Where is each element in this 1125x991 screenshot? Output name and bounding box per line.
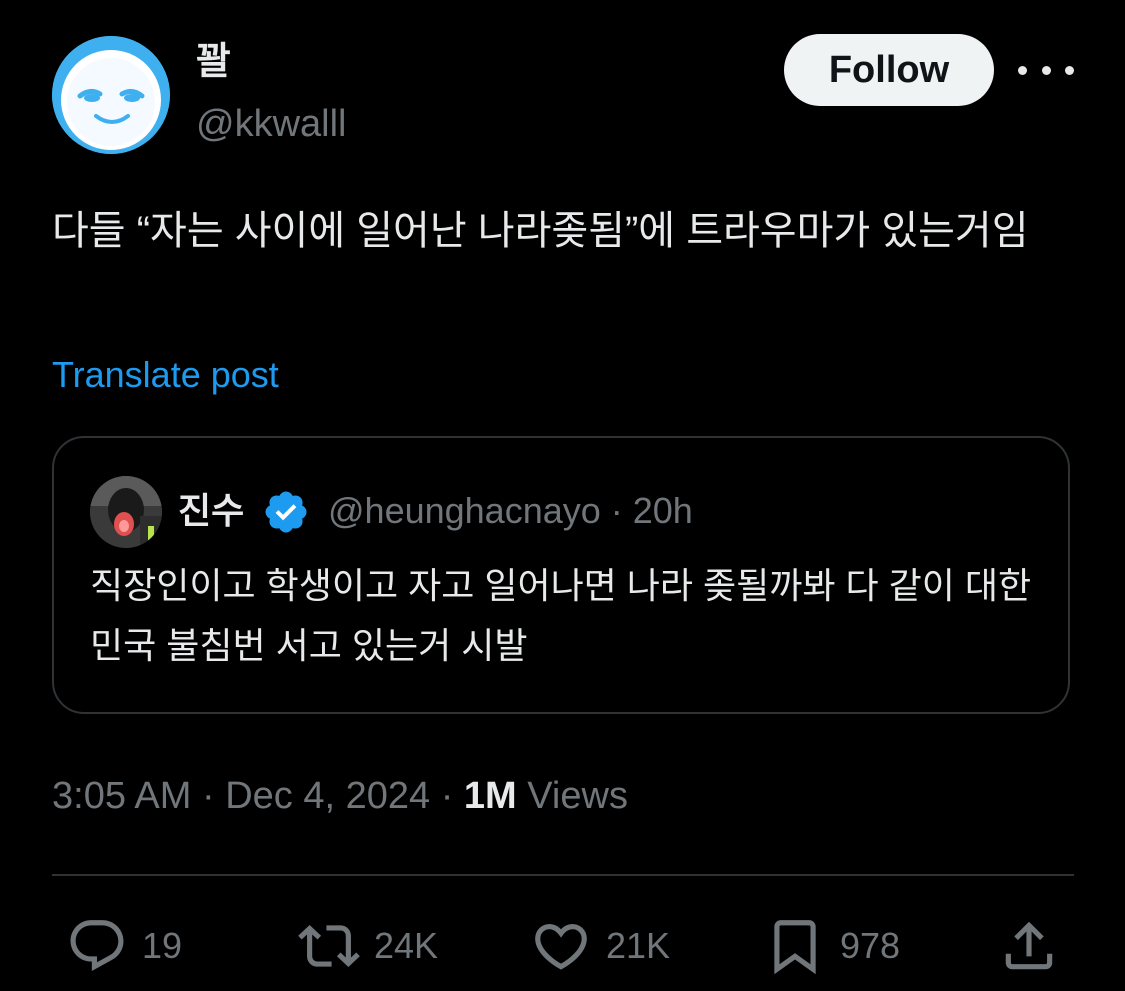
- bookmark-count: 978: [840, 925, 901, 966]
- translate-post-link[interactable]: Translate post: [52, 352, 279, 398]
- repost-count: 24K: [374, 925, 439, 966]
- meta-separator: ·: [201, 775, 215, 817]
- bookmark-button[interactable]: 978: [764, 914, 900, 978]
- author-handle[interactable]: @kkwalll: [196, 100, 346, 148]
- post-time[interactable]: 3:05 AM: [52, 775, 191, 817]
- follow-button[interactable]: Follow: [784, 34, 994, 106]
- bookmark-icon: [774, 920, 816, 975]
- avatar[interactable]: [52, 36, 170, 154]
- photo-avatar-icon: [90, 476, 162, 548]
- post-meta: 3:05 AM · Dec 4, 2024 · 1M Views: [52, 772, 628, 820]
- like-button[interactable]: 21K: [530, 914, 670, 978]
- repost-icon: [298, 925, 360, 967]
- author-display-name[interactable]: 꽐: [196, 38, 231, 86]
- verified-badge-icon: [262, 488, 310, 536]
- post-text: 다들 “자는 사이에 일어난 나라좆됨”에 트라우마가 있는거임: [52, 209, 1029, 253]
- like-count: 21K: [606, 925, 671, 966]
- smiling-face-avatar-icon: [52, 36, 170, 154]
- meta-separator: ·: [440, 775, 454, 817]
- quoted-author-name: 진수: [178, 490, 245, 531]
- divider: [52, 874, 1074, 876]
- post-date[interactable]: Dec 4, 2024: [225, 775, 430, 817]
- quoted-author-avatar: [90, 476, 162, 548]
- heart-icon: [535, 924, 587, 970]
- reply-icon: [70, 920, 124, 972]
- views-label: Views: [527, 775, 628, 817]
- views-count: 1M: [463, 775, 517, 817]
- more-horizontal-icon[interactable]: [1018, 50, 1074, 90]
- quoted-post-text: 직장인이고 학생이고 자고 일어나면 나라 좆될까봐 다 같이 대한민국 불침번…: [90, 565, 1032, 666]
- quoted-author-handle-time: @heunghacnayo · 20h: [328, 490, 693, 531]
- reply-count: 19: [142, 925, 183, 966]
- repost-button[interactable]: 24K: [298, 914, 438, 978]
- share-button[interactable]: [998, 914, 1060, 978]
- reply-button[interactable]: 19: [66, 914, 182, 978]
- share-icon: [1005, 921, 1053, 970]
